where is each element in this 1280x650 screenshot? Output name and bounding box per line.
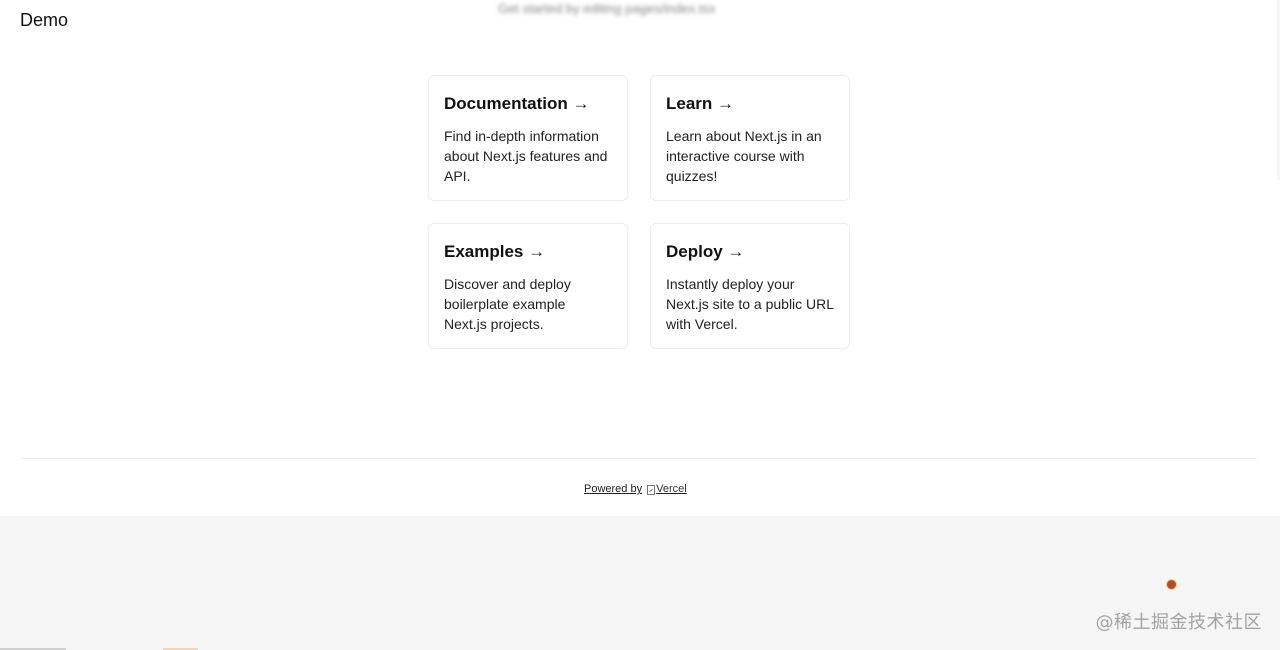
vercel-logo: Vercel: [647, 483, 687, 495]
page-brand: Demo: [20, 10, 69, 30]
card-description: Find in-depth information about Next.js …: [444, 128, 608, 184]
card-title: Examples →: [444, 242, 546, 261]
vercel-logo-alt-text: Vercel: [656, 483, 687, 495]
small-badge-icon: [1166, 579, 1177, 590]
top-bar: Demo Get started by editing pages/index.…: [0, 0, 1280, 40]
card-description: Discover and deploy boilerplate example …: [444, 276, 571, 332]
watermark: @稀土掘金技术社区: [1095, 612, 1262, 633]
gray-footer-area: [0, 516, 1280, 650]
blurred-getting-started-text: Get started by editing pages/index.tsx: [498, 1, 716, 16]
card-description: Learn about Next.js in an interactive co…: [666, 128, 822, 184]
deploy-card[interactable]: Deploy → Instantly deploy your Next.js s…: [650, 223, 850, 349]
card-title: Documentation →: [444, 94, 590, 113]
powered-by-vercel-link[interactable]: Powered by Vercel: [584, 480, 687, 498]
card-title: Deploy →: [666, 242, 745, 261]
broken-image-icon: [647, 485, 656, 495]
card-title: Learn →: [666, 94, 735, 113]
learn-card[interactable]: Learn → Learn about Next.js in an intera…: [650, 75, 850, 201]
powered-by-label: Powered by: [584, 483, 643, 495]
card-description: Instantly deploy your Next.js site to a …: [666, 276, 834, 332]
card-grid: Documentation → Find in-depth informatio…: [428, 75, 852, 349]
footer-divider: [21, 458, 1257, 459]
browser-page: Demo Get started by editing pages/index.…: [0, 0, 1280, 650]
examples-card[interactable]: Examples → Discover and deploy boilerpla…: [428, 223, 628, 349]
documentation-card[interactable]: Documentation → Find in-depth informatio…: [428, 75, 628, 201]
